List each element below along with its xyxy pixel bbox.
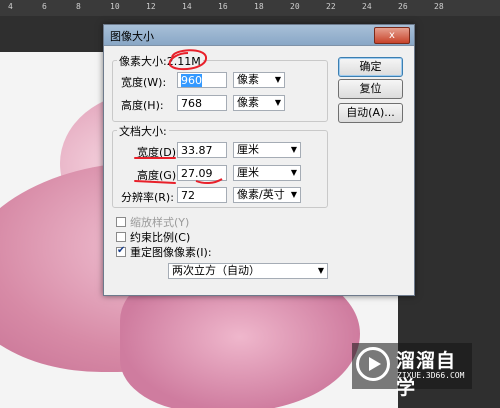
ruler-tick: 4 <box>8 2 13 11</box>
doc-width-unit-select[interactable]: 厘米 ▼ <box>233 142 301 158</box>
pixel-height-input[interactable]: 768 <box>177 95 227 111</box>
pixel-width-unit: 像素 <box>237 73 259 86</box>
scale-styles-label: 缩放样式(Y) <box>130 216 190 229</box>
doc-width-unit: 厘米 <box>237 143 259 156</box>
chevron-down-icon: ▼ <box>290 190 297 199</box>
pixel-height-unit-select[interactable]: 像素 ▼ <box>233 95 285 111</box>
document-size-group: 文档大小: 宽度(D): 33.87 厘米 ▼ 高度(G): 27.09 厘米 ▼ … <box>112 123 328 208</box>
auto-button[interactable]: 自动(A)... <box>338 103 403 123</box>
doc-height-unit-select[interactable]: 厘米 ▼ <box>233 165 301 181</box>
resolution-unit-select[interactable]: 像素/英寸 ▼ <box>233 187 301 203</box>
resolution-value: 72 <box>181 189 195 202</box>
doc-width-value: 33.87 <box>181 144 213 157</box>
close-button[interactable]: x <box>374 27 410 44</box>
dialog-title: 图像大小 <box>110 30 154 43</box>
resolution-unit: 像素/英寸 <box>237 188 285 201</box>
ruler-tick: 24 <box>362 2 372 11</box>
resolution-input[interactable]: 72 <box>177 187 227 203</box>
chevron-down-icon: ▼ <box>274 98 281 107</box>
chevron-down-icon: ▼ <box>290 168 297 177</box>
resample-method-select[interactable]: 两次立方（自动） ▼ <box>168 263 328 279</box>
ruler-tick: 20 <box>290 2 300 11</box>
constrain-proportions-checkbox[interactable] <box>116 232 126 242</box>
ruler-tick: 22 <box>326 2 336 11</box>
ok-button[interactable]: 确定 <box>338 57 403 77</box>
doc-width-input[interactable]: 33.87 <box>177 142 227 158</box>
pixel-height-unit: 像素 <box>237 96 259 109</box>
constrain-proportions-label: 约束比例(C) <box>130 231 191 244</box>
resample-label: 重定图像像素(I): <box>130 246 212 259</box>
pixel-width-unit-select[interactable]: 像素 ▼ <box>233 72 285 88</box>
chevron-down-icon: ▼ <box>274 75 281 84</box>
red-underline-annotation <box>134 157 176 159</box>
resolution-label: 分辨率(R): <box>121 191 174 204</box>
pixel-dimensions-group: 像素大小:2.11M 宽度(W): 960 像素 ▼ 高度(H): 768 像素 ▼ <box>112 53 328 122</box>
resample-method: 两次立方（自动） <box>172 264 260 277</box>
image-size-dialog: 图像大小 x 像素大小:2.11M 宽度(W): 960 像素 ▼ 高度(H): … <box>103 24 415 296</box>
pixel-height-value: 768 <box>181 97 202 110</box>
red-circle-annotation <box>168 49 207 71</box>
reset-button[interactable]: 复位 <box>338 79 403 99</box>
dialog-titlebar[interactable]: 图像大小 x <box>104 25 414 46</box>
ruler-tick: 14 <box>182 2 192 11</box>
pixel-width-value: 960 <box>181 74 202 87</box>
ruler-tick: 16 <box>218 2 228 11</box>
ruler-tick: 10 <box>110 2 120 11</box>
scale-styles-checkbox[interactable] <box>116 217 126 227</box>
document-size-legend: 文档大小: <box>117 123 169 139</box>
top-ruler: 4 6 8 10 12 14 16 18 20 22 24 26 28 <box>0 0 500 17</box>
play-icon <box>356 347 390 381</box>
chevron-down-icon: ▼ <box>317 266 324 275</box>
ruler-tick: 8 <box>76 2 81 11</box>
pixel-height-label: 高度(H): <box>121 99 164 112</box>
ruler-tick: 28 <box>434 2 444 11</box>
watermark-logo: 溜溜自学 ZIXUE.3D66.COM <box>352 343 472 399</box>
ruler-tick: 6 <box>42 2 47 11</box>
pixel-width-label: 宽度(W): <box>121 76 167 89</box>
watermark-url: ZIXUE.3D66.COM <box>397 371 465 380</box>
chevron-down-icon: ▼ <box>290 145 297 154</box>
ruler-tick: 12 <box>146 2 156 11</box>
ruler-tick: 26 <box>398 2 408 11</box>
resample-checkbox[interactable] <box>116 245 126 257</box>
doc-height-unit: 厘米 <box>237 166 259 179</box>
ruler-tick: 18 <box>254 2 264 11</box>
red-underline-annotation <box>195 178 223 185</box>
